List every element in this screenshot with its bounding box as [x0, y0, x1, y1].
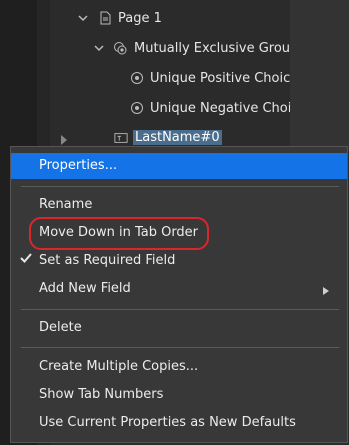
chevron-down-icon[interactable]	[93, 42, 105, 54]
chevron-down-icon[interactable]	[77, 12, 89, 24]
menu-item-delete[interactable]: Delete	[11, 315, 347, 341]
menu-separator	[21, 186, 339, 187]
context-menu: Properties... Rename Move Down in Tab Or…	[10, 146, 348, 443]
tree-label-choice-positive: Unique Positive Choice	[150, 71, 299, 86]
menu-item-rename[interactable]: Rename	[11, 192, 347, 218]
submenu-arrow-icon	[323, 284, 329, 299]
text-field-icon	[114, 133, 128, 143]
menu-label-required: Set as Required Field	[39, 253, 176, 268]
radio-group-icon	[114, 42, 127, 55]
menu-label-rename: Rename	[39, 197, 93, 212]
tree-label-choice-negative: Unique Negative Choic	[150, 101, 299, 116]
annotation-highlight-ring	[29, 217, 209, 250]
checkmark-icon	[20, 252, 32, 268]
menu-label-show-tab-numbers: Show Tab Numbers	[39, 387, 164, 402]
tree-label-page: Page 1	[118, 11, 162, 26]
menu-label-delete: Delete	[39, 320, 82, 335]
menu-label-properties: Properties...	[39, 158, 118, 173]
menu-item-create-multiple-copies[interactable]: Create Multiple Copies...	[11, 354, 347, 380]
menu-separator	[21, 309, 339, 310]
menu-item-set-required[interactable]: Set as Required Field	[11, 248, 347, 274]
tree-label-lastname: LastName#0	[133, 130, 222, 145]
menu-label-create-copies: Create Multiple Copies...	[39, 359, 199, 374]
right-pane-edge	[290, 0, 349, 150]
radio-icon	[131, 102, 143, 114]
chevron-right-icon[interactable]	[58, 134, 70, 146]
menu-separator	[21, 347, 339, 348]
menu-item-properties[interactable]: Properties...	[11, 153, 347, 179]
radio-icon	[131, 72, 143, 84]
menu-label-add-new-field: Add New Field	[39, 281, 131, 296]
menu-item-use-defaults[interactable]: Use Current Properties as New Defaults	[11, 410, 347, 436]
menu-label-use-defaults: Use Current Properties as New Defaults	[39, 415, 296, 430]
tree-label-group: Mutually Exclusive Group	[134, 41, 299, 56]
page-icon	[100, 11, 111, 25]
menu-item-add-new-field[interactable]: Add New Field	[11, 276, 347, 302]
menu-item-show-tab-numbers[interactable]: Show Tab Numbers	[11, 382, 347, 408]
